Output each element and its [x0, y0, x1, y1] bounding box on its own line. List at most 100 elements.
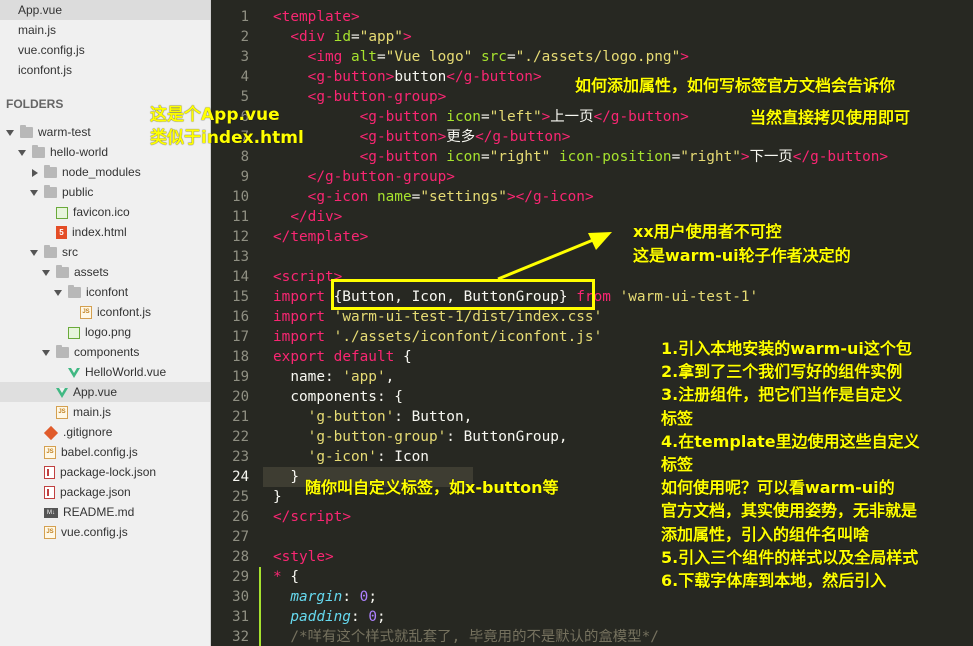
code-line[interactable]: <g-button>button</g-button> — [273, 67, 542, 87]
chevron-down-icon[interactable] — [6, 129, 14, 136]
annotation-attributes: 如何添加属性，如何写标签官方文档会告诉你 — [575, 76, 896, 95]
chevron-down-icon[interactable] — [18, 149, 26, 156]
code-token: } — [273, 469, 299, 485]
chevron-down-icon[interactable] — [30, 249, 38, 256]
open-file-tab[interactable]: main.js — [0, 20, 210, 40]
code-line[interactable]: <div id="app"> — [273, 27, 412, 47]
modified-line-marker — [259, 587, 261, 607]
code-line[interactable]: </g-button-group> — [273, 167, 455, 187]
code-line[interactable]: <g-icon name="settings"></g-icon> — [273, 187, 594, 207]
file-item[interactable]: package-lock.json — [0, 462, 210, 482]
code-line[interactable]: <g-button>更多</g-button> — [273, 127, 571, 147]
code-token: <g-button-group — [307, 89, 438, 105]
code-line[interactable]: 'g-button': Button, — [273, 407, 473, 427]
code-token: <img — [307, 49, 343, 65]
line-number: 23 — [232, 449, 249, 465]
folder-item[interactable]: src — [0, 242, 210, 262]
chevron-down-icon[interactable] — [54, 289, 62, 296]
code-token: * — [273, 569, 282, 585]
folder-item[interactable]: components — [0, 342, 210, 362]
folder-item[interactable]: assets — [0, 262, 210, 282]
line-number: 28 — [232, 549, 249, 565]
code-token: = — [411, 189, 421, 205]
code-token: /*咩有这个样式就乱套了, 毕竟用的不是默认的盒模型*/ — [290, 629, 659, 645]
code-line[interactable]: <style> — [273, 547, 334, 567]
code-line[interactable]: import './assets/iconfont/iconfont.js' — [273, 327, 602, 347]
code-line[interactable]: 'g-button-group': ButtonGroup, — [273, 427, 568, 447]
file-item[interactable]: 5 index.html — [0, 222, 210, 242]
code-line[interactable]: 'g-icon': Icon — [273, 447, 429, 467]
annotation-copy: 当然直接拷贝使用即可 — [750, 108, 911, 127]
file-item[interactable]: JS iconfont.js — [0, 302, 210, 322]
code-line[interactable]: </div> — [273, 207, 342, 227]
file-item[interactable]: .gitignore — [0, 422, 210, 442]
file-item[interactable]: M↓ README.md — [0, 502, 210, 522]
folder-item[interactable]: node_modules — [0, 162, 210, 182]
code-line[interactable]: components: { — [273, 387, 403, 407]
file-item[interactable]: favicon.ico — [0, 202, 210, 222]
code-token: > — [446, 169, 455, 185]
code-line[interactable]: /*咩有这个样式就乱套了, 毕竟用的不是默认的盒模型*/ — [273, 627, 659, 646]
open-file-tab[interactable]: vue.config.js — [0, 40, 210, 60]
folder-icon — [32, 145, 45, 159]
code-line[interactable]: } — [273, 467, 299, 487]
tree-item-label: components — [74, 345, 140, 359]
code-token: > — [879, 149, 889, 165]
file-item[interactable]: App.vue — [0, 382, 210, 402]
code-line[interactable]: <template> — [273, 7, 360, 27]
code-line[interactable]: } — [273, 487, 282, 507]
folder-item[interactable]: public — [0, 182, 210, 202]
code-line[interactable]: </template> — [273, 227, 368, 247]
folder-item[interactable]: iconfont — [0, 282, 210, 302]
code-token: './assets/iconfont/iconfont.js' — [333, 329, 603, 345]
file-item[interactable]: JS vue.config.js — [0, 522, 210, 542]
code-line[interactable]: import 'warm-ui-test-1/dist/index.css' — [273, 307, 602, 327]
code-line[interactable]: <img alt="Vue logo" src="./assets/logo.p… — [273, 47, 689, 67]
file-item[interactable]: HelloWorld.vue — [0, 362, 210, 382]
file-item[interactable]: JS babel.config.js — [0, 442, 210, 462]
tree-item-label: iconfont.js — [97, 305, 152, 319]
code-line[interactable]: </script> — [273, 507, 351, 527]
code-token: </g-button-group — [307, 169, 447, 185]
line-number: 16 — [232, 309, 249, 325]
code-token: > — [437, 89, 447, 105]
code-line[interactable]: padding: 0; — [273, 607, 385, 627]
md-file-icon: M↓ — [44, 507, 58, 518]
chevron-right-icon[interactable] — [32, 168, 38, 177]
code-line[interactable]: * { — [273, 567, 299, 587]
code-line[interactable]: <g-button icon="right" icon-position="ri… — [273, 147, 888, 167]
code-line[interactable]: export default { — [273, 347, 412, 367]
chevron-down-icon[interactable] — [30, 189, 38, 196]
annotation-steps: 1.引入本地安装的warm-ui这个包 2.拿到了三个我们写好的组件实例 3.注册组… — [661, 337, 920, 592]
code-token: 上一页 — [550, 109, 594, 125]
code-token: </template — [273, 229, 360, 245]
code-line[interactable]: margin: 0; — [273, 587, 377, 607]
file-item[interactable]: package.json — [0, 482, 210, 502]
folder-tree: warm-test hello-world node_modules public fa… — [0, 122, 210, 646]
open-file-tab[interactable]: App.vue — [0, 0, 210, 20]
code-line[interactable]: name: 'app', — [273, 367, 394, 387]
chevron-down-icon[interactable] — [42, 349, 50, 356]
code-token: "app" — [359, 29, 403, 45]
line-number: 27 — [232, 529, 249, 545]
tree-item-label: main.js — [73, 405, 112, 419]
code-token: > — [402, 29, 412, 45]
code-token: <g-button — [359, 149, 438, 165]
chevron-down-icon[interactable] — [42, 269, 50, 276]
open-file-tab[interactable]: iconfont.js — [0, 60, 210, 80]
file-item[interactable]: logo.png — [0, 322, 210, 342]
code-line[interactable]: <g-button icon="left">上一页</g-button> — [273, 107, 689, 127]
code-token: <div — [290, 29, 325, 45]
tree-item-label: README.md — [63, 505, 135, 519]
code-token: "settings" — [420, 189, 507, 205]
file-item[interactable]: JS main.js — [0, 402, 210, 422]
code-token: } — [273, 489, 282, 505]
line-number: 4 — [240, 69, 249, 85]
code-token: import — [273, 309, 325, 325]
